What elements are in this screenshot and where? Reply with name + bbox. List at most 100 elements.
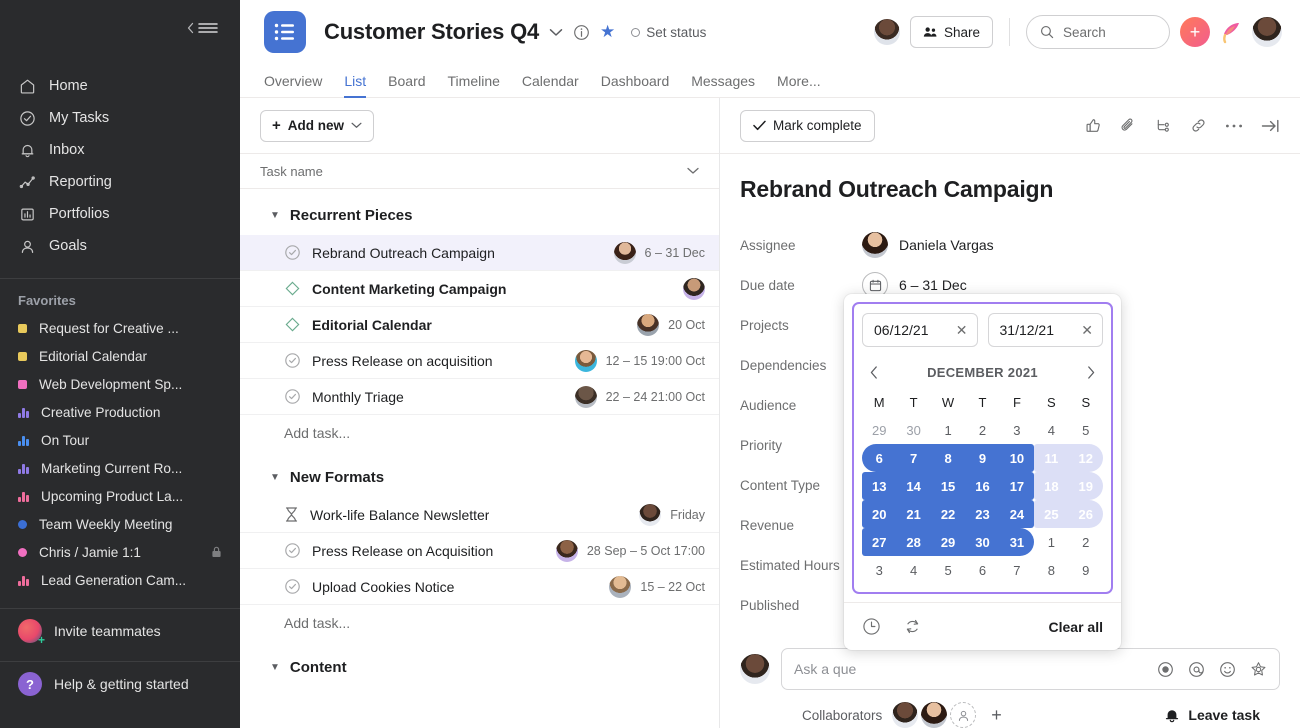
field-value[interactable]: Daniela Vargas bbox=[862, 232, 994, 258]
sidebar-item-home[interactable]: Home bbox=[0, 70, 240, 102]
task-group-header[interactable]: ▼ Content bbox=[240, 647, 719, 687]
tab-board[interactable]: Board bbox=[388, 64, 425, 98]
calendar-day-selected[interactable]: 27 bbox=[862, 528, 897, 556]
start-date-input[interactable]: 06/12/21 ✕ bbox=[862, 313, 978, 347]
table-row[interactable]: Upload Cookies Notice 15 – 22 Oct bbox=[240, 569, 719, 605]
avatar[interactable] bbox=[683, 277, 705, 300]
clear-start-date-icon[interactable]: ✕ bbox=[956, 323, 968, 337]
calendar-day[interactable]: 8 bbox=[1034, 556, 1068, 584]
clock-icon[interactable] bbox=[862, 617, 881, 636]
calendar-day-selected[interactable]: 29 bbox=[930, 528, 966, 556]
tab-dashboard[interactable]: Dashboard bbox=[601, 64, 670, 98]
favorite-item[interactable]: Web Development Sp... bbox=[0, 370, 240, 398]
calendar-day[interactable]: 1 bbox=[931, 416, 965, 444]
calendar-day[interactable]: 6 bbox=[965, 556, 999, 584]
task-group-header[interactable]: ▼ New Formats bbox=[240, 457, 719, 497]
avatar[interactable] bbox=[574, 385, 597, 408]
calendar-day[interactable]: 7 bbox=[1000, 556, 1034, 584]
calendar-day-selected[interactable]: 28 bbox=[896, 528, 931, 556]
favorite-item[interactable]: Request for Creative ... bbox=[0, 314, 240, 342]
favorite-item[interactable]: Chris / Jamie 1:1 bbox=[0, 538, 240, 566]
task-group-header[interactable]: ▼ Recurrent Pieces bbox=[240, 195, 719, 235]
calendar-day[interactable]: 5 bbox=[1069, 416, 1103, 444]
chevron-down-icon[interactable] bbox=[687, 167, 699, 175]
calendar-day-weekend[interactable]: 25 bbox=[1034, 500, 1069, 528]
calendar-day-selected[interactable]: 23 bbox=[965, 500, 1000, 528]
thumbs-up-icon[interactable] bbox=[1085, 117, 1102, 134]
chevron-down-icon[interactable] bbox=[549, 28, 563, 37]
subtask-icon[interactable] bbox=[1155, 117, 1172, 134]
tab-more[interactable]: More... bbox=[777, 64, 821, 98]
check-circle-icon[interactable] bbox=[284, 542, 301, 559]
emoji-icon[interactable] bbox=[1219, 661, 1236, 678]
favorite-item[interactable]: Lead Generation Cam... bbox=[0, 566, 240, 594]
calendar-day[interactable]: 5 bbox=[931, 556, 965, 584]
calendar-day-selected[interactable]: 15 bbox=[930, 472, 966, 500]
table-row[interactable]: Monthly Triage 22 – 24 21:00 Oct bbox=[240, 379, 719, 415]
calendar-day-selected[interactable]: 24 bbox=[999, 500, 1035, 528]
calendar-day-weekend[interactable]: 19 bbox=[1068, 472, 1103, 500]
calendar-day-selected[interactable]: 9 bbox=[965, 444, 1000, 472]
check-circle-icon[interactable] bbox=[284, 352, 301, 369]
share-button[interactable]: Share bbox=[909, 16, 993, 48]
avatar[interactable] bbox=[613, 241, 636, 264]
clear-end-date-icon[interactable]: ✕ bbox=[1081, 323, 1093, 337]
task-list-scroll[interactable]: ▼ Recurrent Pieces Rebrand Outreach Camp… bbox=[240, 189, 719, 728]
calendar-day[interactable]: 4 bbox=[896, 556, 930, 584]
calendar-day-selected-start[interactable]: 6 bbox=[862, 444, 897, 472]
avatar[interactable] bbox=[639, 503, 662, 526]
favorite-item[interactable]: Team Weekly Meeting bbox=[0, 510, 240, 538]
end-date-input[interactable]: 31/12/21 ✕ bbox=[987, 313, 1103, 347]
calendar-day-weekend[interactable]: 18 bbox=[1034, 472, 1069, 500]
sidebar-item-my-tasks[interactable]: My Tasks bbox=[0, 102, 240, 134]
search-input[interactable]: Search bbox=[1026, 15, 1170, 49]
favorite-item[interactable]: Editorial Calendar bbox=[0, 342, 240, 370]
calendar-day-selected[interactable]: 21 bbox=[896, 500, 931, 528]
set-status-button[interactable]: Set status bbox=[631, 25, 706, 40]
calendar-day-selected[interactable]: 14 bbox=[896, 472, 931, 500]
sidebar-item-inbox[interactable]: Inbox bbox=[0, 134, 240, 166]
sticker-icon[interactable] bbox=[1250, 661, 1267, 678]
table-row[interactable]: Press Release on acquisition 12 – 15 19:… bbox=[240, 343, 719, 379]
calendar-day[interactable]: 9 bbox=[1069, 556, 1103, 584]
chevron-left-icon[interactable] bbox=[866, 365, 882, 379]
info-circle-icon[interactable] bbox=[573, 24, 590, 41]
diamond-icon[interactable] bbox=[284, 280, 301, 297]
check-circle-icon[interactable] bbox=[284, 388, 301, 405]
calendar-day-selected[interactable]: 10 bbox=[999, 444, 1035, 472]
calendar-day[interactable]: 30 bbox=[896, 416, 930, 444]
add-task-button[interactable]: Add task... bbox=[240, 605, 719, 641]
avatar[interactable] bbox=[555, 539, 578, 562]
calendar-day-weekend[interactable]: 11 bbox=[1034, 444, 1069, 472]
more-horizontal-icon[interactable] bbox=[1225, 123, 1243, 129]
calendar-day[interactable]: 1 bbox=[1034, 528, 1068, 556]
check-circle-icon[interactable] bbox=[284, 578, 301, 595]
tab-timeline[interactable]: Timeline bbox=[448, 64, 500, 98]
calendar-day-selected[interactable]: 13 bbox=[862, 472, 897, 500]
avatar[interactable] bbox=[892, 702, 919, 728]
calendar-day-selected[interactable]: 30 bbox=[965, 528, 1000, 556]
calendar-day[interactable]: 2 bbox=[1069, 528, 1103, 556]
record-icon[interactable] bbox=[1157, 661, 1174, 678]
add-task-button[interactable]: Add task... bbox=[240, 415, 719, 451]
add-new-button[interactable]: + Add new bbox=[260, 109, 375, 142]
calendar-day[interactable]: 3 bbox=[862, 556, 896, 584]
calendar-day[interactable]: 3 bbox=[1000, 416, 1034, 444]
help-button[interactable]: ? Help & getting started bbox=[0, 662, 240, 706]
favorite-item[interactable]: Creative Production bbox=[0, 398, 240, 426]
table-row[interactable]: Work-life Balance Newsletter Friday bbox=[240, 497, 719, 533]
mention-icon[interactable] bbox=[1188, 661, 1205, 678]
diamond-icon[interactable] bbox=[284, 316, 301, 333]
avatar[interactable] bbox=[609, 575, 632, 598]
calendar-day-selected-end[interactable]: 31 bbox=[999, 528, 1035, 556]
sidebar-item-reporting[interactable]: Reporting bbox=[0, 166, 240, 198]
comment-input[interactable]: Ask a que bbox=[781, 648, 1280, 690]
leave-task-button[interactable]: Leave task bbox=[1164, 707, 1260, 724]
user-avatar[interactable] bbox=[1252, 17, 1282, 47]
calendar-day-selected[interactable]: 17 bbox=[999, 472, 1035, 500]
favorite-item[interactable]: Marketing Current Ro... bbox=[0, 454, 240, 482]
check-circle-icon[interactable] bbox=[284, 244, 301, 261]
add-collaborator-button[interactable]: + bbox=[991, 705, 1002, 726]
calendar-day-selected[interactable]: 20 bbox=[862, 500, 897, 528]
chevron-right-icon[interactable] bbox=[1083, 365, 1099, 379]
